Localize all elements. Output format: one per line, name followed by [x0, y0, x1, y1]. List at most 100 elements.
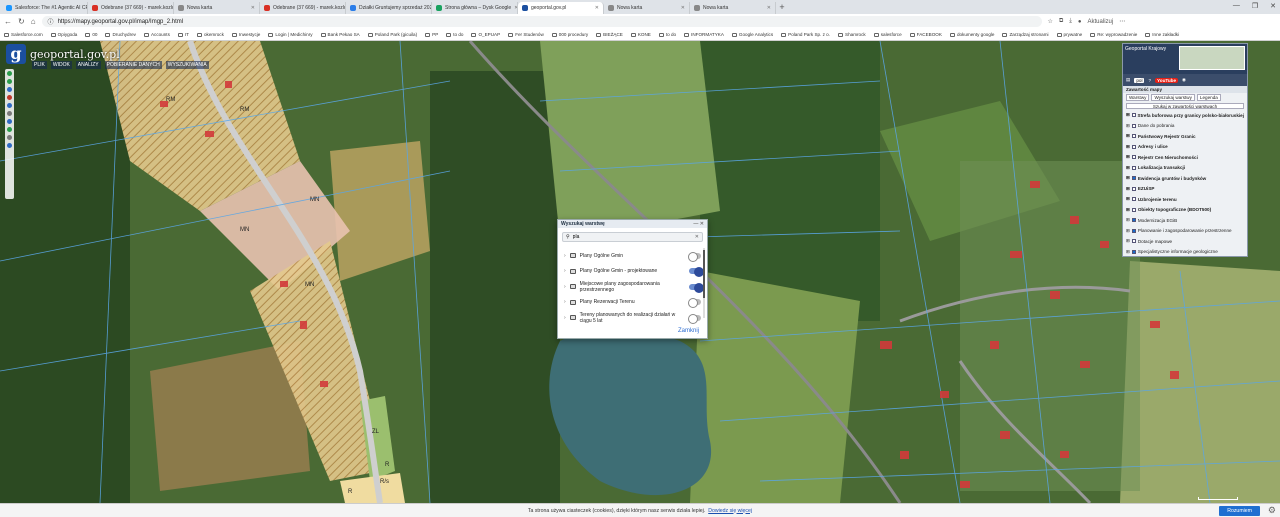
expand-icon[interactable]: ⊞: [1126, 154, 1130, 160]
browser-tab[interactable]: Odebrane (37 669) - marek.kozlo✕: [88, 2, 174, 14]
bookmark-item[interactable]: Inne zakładki: [1145, 32, 1179, 37]
clear-search-icon[interactable]: ✕: [695, 234, 699, 240]
bookmark-item[interactable]: Bank Pekao SA: [320, 32, 360, 37]
layer-item[interactable]: ⊞ Lokalizacja transakcji: [1123, 163, 1247, 174]
layers-icon[interactable]: [7, 127, 12, 132]
menu-analysis[interactable]: ANALIZY: [75, 61, 101, 69]
layer-item[interactable]: ⊞ Państwowy Rejestr Granic: [1123, 131, 1247, 142]
bookmark-item[interactable]: Inwestycje: [231, 32, 260, 37]
search-result-item[interactable]: › Plany Rezerwacji Terenu: [558, 295, 707, 311]
zoom-in-icon[interactable]: [7, 71, 12, 76]
bookmark-item[interactable]: Opiygoda: [50, 32, 77, 37]
layer-checkbox[interactable]: [1131, 228, 1136, 233]
expand-icon[interactable]: ⊞: [1126, 165, 1130, 171]
expand-icon[interactable]: ⊞: [1126, 175, 1130, 181]
layer-item[interactable]: ⊞ Rejestr Cen Nieruchomości: [1123, 152, 1247, 163]
minimize-button[interactable]: —: [1233, 2, 1240, 10]
layer-search-input[interactable]: [572, 234, 683, 240]
expand-icon[interactable]: ⊞: [1126, 123, 1130, 129]
print-tool-icon[interactable]: ▤: [1126, 77, 1130, 83]
overview-minimap[interactable]: [1179, 46, 1245, 70]
layer-checkbox[interactable]: [1131, 197, 1136, 202]
bookmark-item[interactable]: Poland Park (gicuila): [367, 32, 417, 37]
expand-icon[interactable]: ⊞: [1126, 228, 1130, 234]
eye-icon[interactable]: ◉: [1182, 77, 1186, 83]
extensions-icon[interactable]: ⧉: [1059, 18, 1063, 25]
expand-icon[interactable]: ⊞: [1126, 133, 1130, 139]
browser-tab[interactable]: Salesforce: The #1 Agentic AI CR✕: [2, 2, 88, 14]
expand-icon[interactable]: ⊞: [1126, 207, 1130, 213]
tab-search-layers[interactable]: Wyszukaj warstwy: [1151, 94, 1195, 101]
layer-checkbox[interactable]: [1131, 218, 1136, 223]
layer-toggle[interactable]: [689, 282, 704, 293]
locate-icon[interactable]: [7, 119, 12, 124]
bookmark-item[interactable]: salesforce: [873, 32, 902, 37]
help-icon[interactable]: ?: [1148, 78, 1151, 83]
reload-icon[interactable]: ↻: [18, 17, 25, 26]
layer-toggle[interactable]: [689, 267, 704, 278]
home-icon[interactable]: ⌂: [31, 17, 36, 26]
tab-close-icon[interactable]: ✕: [681, 5, 685, 11]
expand-icon[interactable]: ⊞: [1126, 196, 1130, 202]
bookmark-item[interactable]: Accounts: [143, 32, 170, 37]
tab-close-icon[interactable]: ✕: [251, 5, 255, 11]
bookmark-item[interactable]: dokumenty google: [949, 32, 994, 37]
bookmark-item[interactable]: Shamrock: [838, 32, 866, 37]
layer-checkbox[interactable]: [1131, 113, 1136, 118]
tab-layers[interactable]: Warstwy: [1126, 94, 1150, 101]
browser-tab[interactable]: geoportal.gov.pl ✕: [518, 2, 604, 14]
close-dialog-button[interactable]: Zamknij: [678, 328, 699, 334]
expand-icon[interactable]: ⊞: [1126, 112, 1130, 118]
bookmark-item[interactable]: PP: [425, 32, 438, 37]
layer-item[interactable]: ⊞ Planowanie i zagospodarowanie przestrze…: [1123, 226, 1247, 237]
layer-item[interactable]: ⊞ Adresy i ulice: [1123, 142, 1247, 153]
gear-icon[interactable]: ⚙: [1268, 505, 1276, 516]
search-result-item[interactable]: › Tereny planowanych do realizacji działa…: [558, 310, 707, 324]
bookmark-item[interactable]: to do: [446, 32, 463, 37]
map-canvas[interactable]: RM RM MN MN MN ZL R R R/s g geoportal.go…: [0, 41, 1280, 503]
menu-view[interactable]: WIDOK: [50, 61, 72, 69]
menu-icon[interactable]: ⋯: [1119, 18, 1125, 25]
chevron-right-icon[interactable]: ›: [564, 299, 566, 305]
layer-checkbox[interactable]: [1131, 207, 1136, 212]
layer-item[interactable]: ⊞ Ewidencja gruntów i budynków: [1123, 173, 1247, 184]
tab-legend[interactable]: Legenda: [1196, 94, 1221, 101]
bookmark-item[interactable]: 00: [85, 32, 97, 37]
settings-icon[interactable]: [7, 143, 12, 148]
cookie-accept-button[interactable]: Rozumiem: [1219, 506, 1260, 516]
measure-icon[interactable]: [7, 95, 12, 100]
layer-item[interactable]: ⊞ Strefa buforowa przy granicy polsko-bia…: [1123, 110, 1247, 121]
layer-checkbox[interactable]: [1131, 186, 1136, 191]
language-select[interactable]: pol: [1134, 77, 1145, 83]
browser-tab[interactable]: Strona główna – Dysk Google ✕: [432, 2, 518, 14]
info-icon[interactable]: [7, 103, 12, 108]
expand-icon[interactable]: ⊞: [1126, 249, 1130, 255]
layer-filter-input[interactable]: Szukaj w zawartości warstwach: [1126, 103, 1244, 109]
bookmark-item[interactable]: to do: [658, 32, 676, 37]
bookmark-item[interactable]: okemrock: [196, 32, 224, 37]
menu-search[interactable]: WYSZUKIWANIA: [165, 61, 209, 69]
layer-toggle[interactable]: [688, 251, 701, 262]
print-icon[interactable]: [7, 111, 12, 116]
chevron-right-icon[interactable]: ›: [564, 253, 566, 259]
layer-checkbox[interactable]: [1131, 165, 1136, 170]
bookmark-item[interactable]: Salesforce.com: [4, 32, 43, 37]
layer-item[interactable]: ⊞ Specjalistyczne informacje geologiczne: [1123, 247, 1247, 258]
chevron-right-icon[interactable]: ›: [564, 268, 566, 274]
url-field[interactable]: ⓘ https://mapy.geoportal.gov.pl/imap/Img…: [41, 16, 1042, 27]
search-result-item[interactable]: › Plany Ogólne Gmin: [558, 248, 707, 264]
update-button[interactable]: Aktualizuj: [1088, 19, 1114, 25]
layer-checkbox[interactable]: [1131, 176, 1136, 181]
browser-tab[interactable]: Działki Gruntujemy sprzedaż 2021✕: [346, 2, 432, 14]
chevron-right-icon[interactable]: ›: [564, 315, 566, 321]
maximize-button[interactable]: ❐: [1252, 2, 1258, 10]
profile-icon[interactable]: ●: [1078, 19, 1082, 25]
bookmark-item[interactable]: Re: wyprowadzenie: [1090, 32, 1137, 37]
bookmark-item[interactable]: Druchydrev: [105, 32, 136, 37]
bookmark-item[interactable]: BIEŻĄCE: [596, 32, 623, 37]
bookmark-item[interactable]: O_EPUAP: [471, 32, 500, 37]
browser-tab[interactable]: Odebrane (37 669) - marek.kozlo✕: [260, 2, 346, 14]
site-info-icon[interactable]: ⓘ: [48, 17, 54, 26]
bookmark-item[interactable]: Fer Studenów: [508, 32, 544, 37]
layer-checkbox[interactable]: [1131, 123, 1136, 128]
